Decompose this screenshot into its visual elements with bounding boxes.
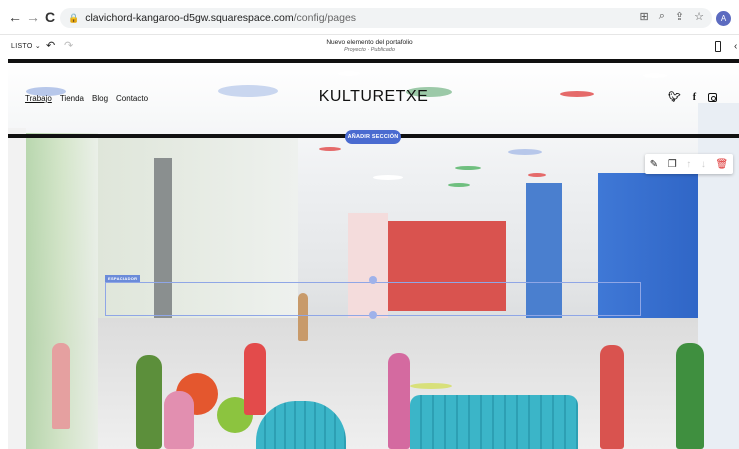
page-status: Proyecto · Publicado — [344, 47, 395, 53]
forward-arrow-icon[interactable]: → — [24, 8, 42, 26]
twitter-icon[interactable]: 🐦︎ — [668, 92, 681, 103]
child-figure — [52, 343, 70, 429]
translate-icon[interactable]: ⊞ — [640, 10, 649, 23]
back-arrow-icon[interactable]: ← — [6, 8, 24, 26]
site-preview: Trabajo Tienda Blog Contacto KULTURETXE … — [8, 59, 739, 449]
page-title: Nuevo elemento del portafolio — [326, 39, 413, 46]
play-tunnel — [410, 395, 578, 449]
reload-icon[interactable]: C — [41, 8, 59, 26]
url-domain: clavichord-kangaroo-d5gw.squarespace.com — [85, 12, 294, 24]
child-figure — [388, 353, 410, 449]
zoom-icon[interactable]: ⌕ — [659, 10, 665, 23]
url-path: /config/pages — [293, 12, 357, 24]
browser-toolbar: ← → C 🔒 clavichord-kangaroo-d5gw.squares… — [0, 0, 739, 34]
chevron-left-icon[interactable]: ‹ — [734, 41, 737, 52]
child-figure — [676, 343, 704, 449]
ceiling-light — [528, 173, 546, 177]
mobile-preview-icon[interactable] — [715, 41, 721, 52]
pencil-icon[interactable]: ✎ — [650, 159, 658, 170]
social-links: 🐦︎ f — [668, 92, 718, 103]
ceiling-light — [508, 149, 542, 155]
site-logo[interactable]: KULTURETXE — [8, 88, 739, 106]
add-section-button[interactable]: AÑADIR SECCIÓN — [345, 130, 401, 144]
wall-pillar — [8, 128, 26, 449]
block-toolbar: ✎ ❐ ↑ ↓ 🗑︎ — [645, 154, 733, 174]
spacer-resize-handle-top[interactable] — [369, 276, 377, 284]
duplicate-icon[interactable]: ❐ — [668, 159, 677, 170]
address-bar[interactable]: 🔒 clavichord-kangaroo-d5gw.squarespace.c… — [60, 8, 712, 28]
spacer-label: ESPACIADOR — [105, 275, 141, 282]
ceiling-light — [455, 166, 481, 170]
share-icon[interactable]: ⇪ — [675, 10, 684, 23]
ceiling-light — [319, 147, 341, 151]
editor-toolbar: LISTO ⌄ ↶ ↷ Nuevo elemento del portafoli… — [0, 34, 739, 59]
frame-top-border — [8, 59, 739, 63]
child-figure — [600, 345, 624, 449]
ceiling-light — [373, 175, 403, 180]
profile-avatar[interactable]: A — [716, 11, 731, 26]
ceiling-light — [448, 183, 470, 187]
arrow-down-icon[interactable]: ↓ — [701, 159, 706, 170]
lock-icon: 🔒 — [68, 12, 80, 23]
floor-mat — [410, 383, 452, 389]
spacer-resize-handle-bottom[interactable] — [369, 311, 377, 319]
child-figure — [136, 355, 162, 449]
site-header[interactable]: Trabajo Tienda Blog Contacto KULTURETXE … — [8, 63, 739, 135]
bookmark-star-icon[interactable]: ☆ — [694, 10, 704, 23]
child-figure — [164, 391, 194, 449]
arrow-up-icon[interactable]: ↑ — [686, 159, 691, 170]
child-figure — [244, 343, 266, 415]
trash-icon[interactable]: 🗑︎ — [715, 159, 728, 170]
facebook-icon[interactable]: f — [693, 92, 696, 103]
instagram-icon[interactable] — [708, 93, 718, 102]
